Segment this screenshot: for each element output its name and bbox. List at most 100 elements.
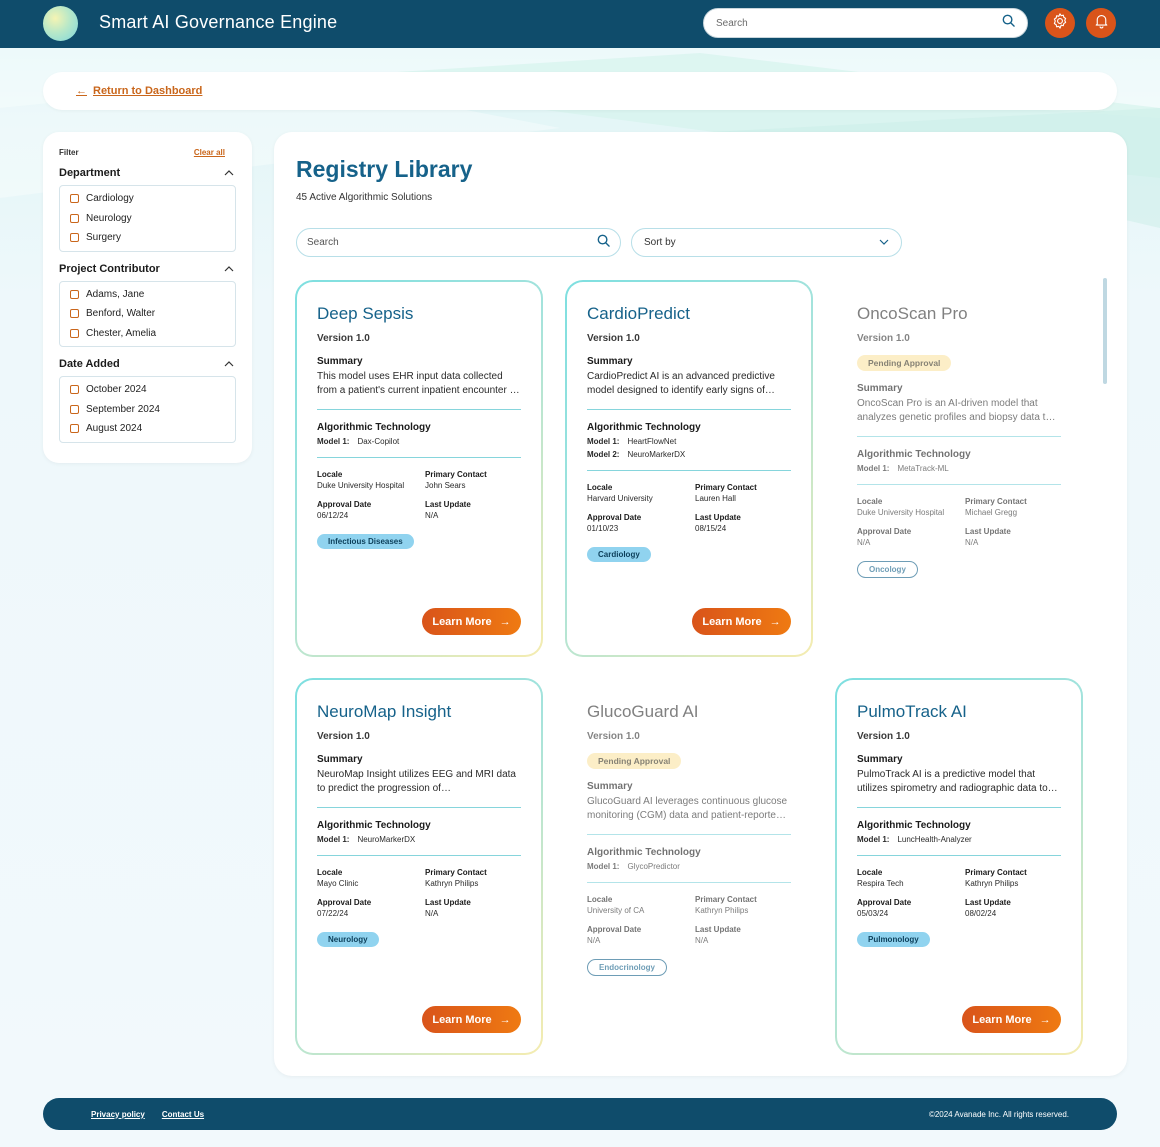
- solution-card-pending[interactable]: GlucoGuard AI Version 1.0 Pending Approv…: [565, 678, 813, 1055]
- model-value: LuncHealth-Analyzer: [897, 835, 972, 844]
- update-label: Last Update: [965, 527, 1011, 536]
- card-details: Locale University of CA Primary Contact Ka…: [587, 895, 791, 945]
- approval-value: N/A: [587, 936, 601, 945]
- chevron-up-icon[interactable]: [224, 263, 234, 275]
- app-title: Smart AI Governance Engine: [99, 12, 338, 32]
- filter-option[interactable]: August 2024: [70, 419, 225, 439]
- filter-group-label: Department: [59, 167, 121, 179]
- model-row: Model 1: MetaTrack-ML: [857, 464, 1061, 473]
- option-label: August 2024: [86, 423, 143, 435]
- chevron-up-icon[interactable]: [224, 167, 234, 179]
- chevron-up-icon[interactable]: [224, 358, 234, 370]
- approval-label: Approval Date: [317, 898, 372, 907]
- search-icon[interactable]: [1002, 14, 1015, 32]
- filter-group-date-header[interactable]: Date Added: [59, 358, 236, 370]
- sort-dropdown[interactable]: Sort by: [631, 228, 902, 257]
- solution-card[interactable]: PulmoTrack AI Version 1.0 Summary PulmoT…: [835, 678, 1083, 1055]
- card-title: PulmoTrack AI: [857, 702, 967, 721]
- filter-option[interactable]: Adams, Jane: [70, 285, 225, 305]
- header-search-input[interactable]: [716, 17, 1002, 29]
- registry-search[interactable]: [296, 228, 621, 257]
- divider: [587, 409, 791, 410]
- bell-icon: [1093, 12, 1110, 34]
- checkbox[interactable]: [70, 309, 79, 319]
- clear-all-link[interactable]: Clear all: [194, 148, 225, 157]
- locale-value: Duke University Hospital: [857, 508, 945, 517]
- checkbox[interactable]: [70, 233, 79, 243]
- update-value: N/A: [425, 511, 439, 520]
- model-key: Model 2:: [587, 450, 620, 459]
- solution-card[interactable]: Deep Sepsis Version 1.0 Summary This mod…: [295, 280, 543, 657]
- search-icon[interactable]: [597, 234, 610, 252]
- contact-value: John Sears: [425, 481, 466, 490]
- learn-more-label: Learn More: [702, 615, 762, 628]
- department-tag: Neurology: [317, 932, 379, 947]
- filter-group-department-header[interactable]: Department: [59, 167, 236, 179]
- summary-text: PulmoTrack AI is a predictive model that…: [857, 769, 1048, 794]
- card-details: Locale Harvard University Primary Contact…: [587, 483, 791, 533]
- filter-option[interactable]: September 2024: [70, 400, 225, 420]
- filter-option[interactable]: Cardiology: [70, 189, 225, 209]
- solution-card[interactable]: CardioPredict Version 1.0 Summary Cardio…: [565, 280, 813, 657]
- app-header: Smart AI Governance Engine: [0, 0, 1160, 48]
- approval-label: Approval Date: [317, 500, 372, 509]
- option-label: Surgery: [86, 232, 122, 244]
- learn-more-button[interactable]: Learn More →: [692, 608, 791, 635]
- return-to-dashboard-link[interactable]: ← Return to Dashboard: [76, 85, 202, 97]
- summary-label: Summary: [587, 356, 633, 367]
- summary-text: NeuroMap Insight utilizes EEG and MRI da…: [317, 769, 516, 794]
- filter-group-contributor-header[interactable]: Project Contributor: [59, 263, 236, 275]
- registry-search-input[interactable]: [307, 237, 597, 248]
- filter-option[interactable]: Neurology: [70, 209, 225, 229]
- learn-more-button[interactable]: Learn More →: [962, 1006, 1061, 1033]
- contact-label: Primary Contact: [695, 895, 757, 904]
- scrollbar[interactable]: [1103, 278, 1107, 384]
- notifications-button[interactable]: [1086, 8, 1116, 38]
- option-label: September 2024: [86, 403, 160, 415]
- option-label: October 2024: [86, 384, 147, 396]
- card-details: Locale Mayo Clinic Primary Contact Kathryn…: [317, 868, 521, 918]
- checkbox[interactable]: [70, 424, 79, 434]
- checkbox[interactable]: [70, 404, 79, 414]
- locale-label: Locale: [587, 483, 613, 492]
- option-label: Chester, Amelia: [86, 327, 157, 339]
- checkbox[interactable]: [70, 213, 79, 223]
- approval-label: Approval Date: [857, 527, 912, 536]
- settings-button[interactable]: [1045, 8, 1075, 38]
- registry-panel: Registry Library 45 Active Algorithmic S…: [274, 132, 1127, 1076]
- privacy-policy-link[interactable]: Privacy policy: [91, 1110, 145, 1119]
- learn-more-button[interactable]: Learn More →: [422, 1006, 521, 1033]
- contact-label: Primary Contact: [425, 470, 487, 479]
- model-row: Model 1: LuncHealth-Analyzer: [857, 835, 1061, 844]
- learn-more-button[interactable]: Learn More →: [422, 608, 521, 635]
- approval-value: 05/03/24: [857, 909, 889, 918]
- checkbox[interactable]: [70, 289, 79, 299]
- contact-us-link[interactable]: Contact Us: [162, 1110, 204, 1119]
- header-search[interactable]: [703, 8, 1028, 38]
- checkbox[interactable]: [70, 385, 79, 395]
- model-value: Dax-Copilot: [357, 437, 400, 446]
- filter-option[interactable]: Benford, Walter: [70, 304, 225, 324]
- summary-label: Summary: [857, 383, 903, 394]
- copyright-text: ©2024 Avanade Inc. All rights reserved.: [928, 1109, 1069, 1119]
- option-label: Neurology: [86, 212, 132, 224]
- filter-option[interactable]: Chester, Amelia: [70, 324, 225, 344]
- checkbox[interactable]: [70, 328, 79, 338]
- pending-approval-badge: Pending Approval: [587, 753, 682, 769]
- locale-value: Duke University Hospital: [317, 481, 405, 490]
- checkbox[interactable]: [70, 194, 79, 204]
- card-version: Version 1.0: [317, 333, 370, 344]
- arrow-right-icon: →: [769, 615, 781, 628]
- approval-label: Approval Date: [587, 925, 642, 934]
- contact-label: Primary Contact: [425, 868, 487, 877]
- summary-label: Summary: [317, 356, 363, 367]
- card-title: OncoScan Pro: [857, 304, 968, 323]
- contact-label: Primary Contact: [695, 483, 757, 492]
- filter-option[interactable]: October 2024: [70, 380, 225, 400]
- filter-option[interactable]: Surgery: [70, 228, 225, 248]
- solution-card[interactable]: NeuroMap Insight Version 1.0 Summary Neu…: [295, 678, 543, 1055]
- app-logo: [43, 6, 78, 41]
- model-row: Model 2: NeuroMarkerDX: [587, 450, 791, 459]
- model-value: NeuroMarkerDX: [357, 835, 416, 844]
- solution-card-pending[interactable]: OncoScan Pro Version 1.0 Pending Approva…: [835, 280, 1083, 657]
